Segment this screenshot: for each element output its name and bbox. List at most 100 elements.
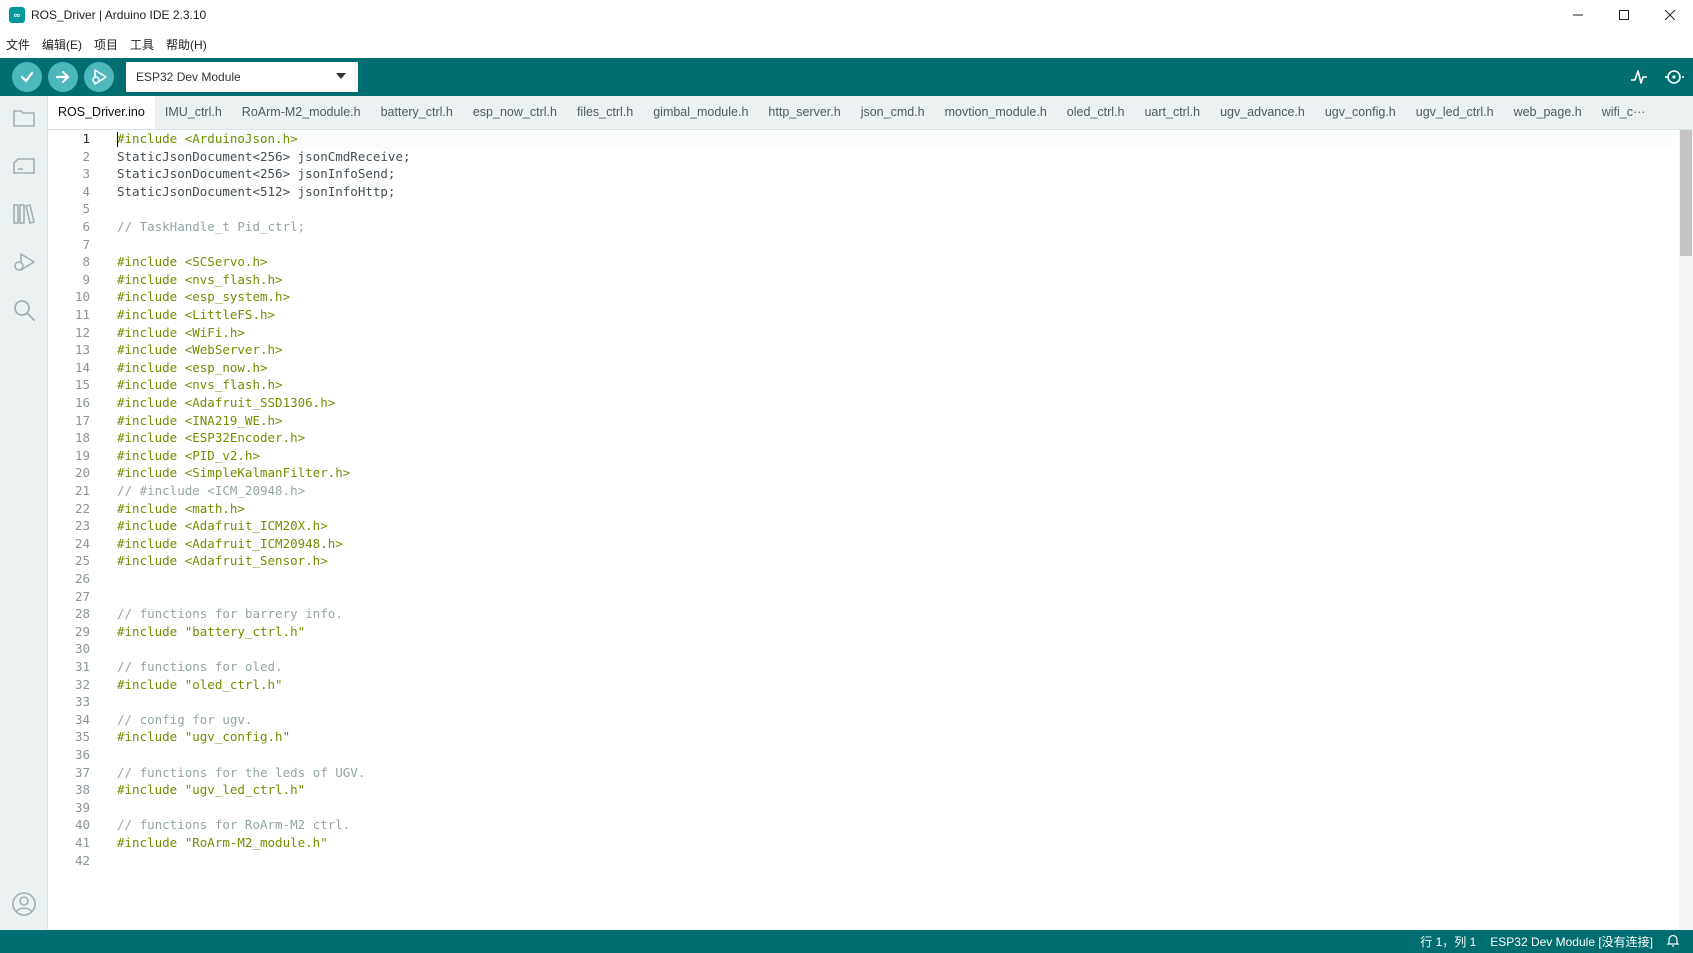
- code-line[interactable]: 39: [48, 798, 1693, 817]
- scrollbar-thumb[interactable]: [1680, 130, 1692, 256]
- window-controls: [1555, 0, 1693, 30]
- code-line[interactable]: 11 #include <LittleFS.h>: [48, 305, 1693, 324]
- tab-ugv-led-ctrl[interactable]: ugv_led_ctrl.h: [1406, 96, 1504, 129]
- tab-ugv-config[interactable]: ugv_config.h: [1315, 96, 1406, 129]
- tab-files-ctrl[interactable]: files_ctrl.h: [567, 96, 643, 129]
- code-line[interactable]: 31 // functions for oled.: [48, 657, 1693, 676]
- maximize-button[interactable]: [1601, 0, 1647, 30]
- code-line[interactable]: 25 #include <Adafruit_Sensor.h>: [48, 551, 1693, 570]
- code-line[interactable]: 33: [48, 692, 1693, 711]
- code-line[interactable]: 24 #include <Adafruit_ICM20948.h>: [48, 534, 1693, 553]
- code-line[interactable]: 10 #include <esp_system.h>: [48, 287, 1693, 306]
- tab-movtion-module[interactable]: movtion_module.h: [935, 96, 1057, 129]
- upload-button[interactable]: [48, 62, 78, 92]
- serial-monitor-button[interactable]: [1657, 58, 1693, 96]
- close-button[interactable]: [1647, 0, 1693, 30]
- code-line[interactable]: 19 #include <PID_v2.h>: [48, 446, 1693, 465]
- code-token: #include <SimpleKalmanFilter.h>: [117, 465, 351, 481]
- toolbar: ESP32 Dev Module: [0, 58, 1693, 96]
- code-line[interactable]: 6 // TaskHandle_t Pid_ctrl;: [48, 217, 1693, 236]
- code-text: #include "battery_ctrl.h": [117, 622, 305, 641]
- code-text: #include <Adafruit_ICM20X.h>: [117, 516, 328, 535]
- code-line[interactable]: 9 #include <nvs_flash.h>: [48, 270, 1693, 289]
- code-line[interactable]: 37 // functions for the leds of UGV.: [48, 763, 1693, 782]
- code-line[interactable]: 13 #include <WebServer.h>: [48, 340, 1693, 359]
- code-line[interactable]: 7: [48, 235, 1693, 254]
- code-text: // functions for oled.: [117, 657, 283, 676]
- tab-uart-ctrl[interactable]: uart_ctrl.h: [1134, 96, 1210, 129]
- library-manager-button[interactable]: [0, 192, 48, 236]
- code-line[interactable]: 16 #include <Adafruit_SSD1306.h>: [48, 393, 1693, 412]
- code-line[interactable]: 32 #include "oled_ctrl.h": [48, 675, 1693, 694]
- code-line[interactable]: 41 #include "RoArm-M2_module.h": [48, 833, 1693, 852]
- code-line[interactable]: 36: [48, 745, 1693, 764]
- menu-edit[interactable]: 编辑(E): [42, 36, 82, 53]
- code-text: #include <ESP32Encoder.h>: [117, 428, 305, 447]
- menu-help[interactable]: 帮助(H): [166, 36, 207, 53]
- code-line[interactable]: 12 #include <WiFi.h>: [48, 323, 1693, 342]
- minimize-button[interactable]: [1555, 0, 1601, 30]
- cursor-position[interactable]: 行 1，列 1: [1420, 933, 1476, 950]
- code-line[interactable]: 28 // functions for barrery info.: [48, 604, 1693, 623]
- debugger-button[interactable]: [0, 240, 48, 284]
- code-text: #include <Adafruit_ICM20948.h>: [117, 534, 343, 553]
- tab-http-server[interactable]: http_server.h: [758, 96, 850, 129]
- tab-esp-now-ctrl[interactable]: esp_now_ctrl.h: [463, 96, 567, 129]
- code-text: // functions for RoArm-M2 ctrl.: [117, 815, 350, 834]
- code-line[interactable]: 23 #include <Adafruit_ICM20X.h>: [48, 516, 1693, 535]
- code-line[interactable]: 8 #include <SCServo.h>: [48, 252, 1693, 271]
- sketchbook-button[interactable]: [0, 96, 48, 140]
- code-text: #include <SimpleKalmanFilter.h>: [117, 463, 350, 482]
- code-line[interactable]: 5: [48, 199, 1693, 218]
- code-line[interactable]: 27: [48, 587, 1693, 606]
- boards-manager-button[interactable]: [0, 144, 48, 188]
- notifications-button[interactable]: [1666, 934, 1680, 950]
- tab-roarm-module[interactable]: RoArm-M2_module.h: [232, 96, 371, 129]
- tab-ros-driver[interactable]: ROS_Driver.ino: [48, 96, 155, 129]
- code-line[interactable]: 18 #include <ESP32Encoder.h>: [48, 428, 1693, 447]
- code-line[interactable]: 34 // config for ugv.: [48, 710, 1693, 729]
- tab-gimbal-module[interactable]: gimbal_module.h: [643, 96, 758, 129]
- code-line[interactable]: 40 // functions for RoArm-M2 ctrl.: [48, 815, 1693, 834]
- code-line[interactable]: 15 #include <nvs_flash.h>: [48, 375, 1693, 394]
- tab-wifi-ctrl[interactable]: wifi_c···: [1592, 96, 1656, 129]
- search-button[interactable]: [0, 288, 48, 332]
- code-line[interactable]: 1 #include <ArduinoJson.h>: [48, 130, 1693, 148]
- menu-tools[interactable]: 工具: [130, 36, 154, 53]
- tab-battery-ctrl[interactable]: battery_ctrl.h: [371, 96, 463, 129]
- debug-button[interactable]: [84, 62, 114, 92]
- code-token: #include <LittleFS.h>: [117, 307, 276, 322]
- board-status[interactable]: ESP32 Dev Module [没有连接]: [1490, 933, 1653, 950]
- vertical-scrollbar[interactable]: [1679, 130, 1693, 930]
- tab-web-page[interactable]: web_page.h: [1504, 96, 1592, 129]
- library-icon: [13, 204, 35, 224]
- menu-file[interactable]: 文件: [6, 36, 30, 53]
- code-line[interactable]: 21 // #include <ICM_20948.h>: [48, 481, 1693, 500]
- tab-ugv-advance[interactable]: ugv_advance.h: [1210, 96, 1315, 129]
- code-line[interactable]: 2 StaticJsonDocument<256> jsonCmdReceive;: [48, 147, 1693, 166]
- code-editor[interactable]: 1 #include <ArduinoJson.h> 2 StaticJsonDocu…: [48, 130, 1693, 930]
- serial-plotter-button[interactable]: [1621, 58, 1657, 96]
- code-line[interactable]: 20 #include <SimpleKalmanFilter.h>: [48, 463, 1693, 482]
- board-selector[interactable]: ESP32 Dev Module: [126, 62, 358, 92]
- verify-button[interactable]: [12, 62, 42, 92]
- code-line[interactable]: 4 StaticJsonDocument<512> jsonInfoHttp;: [48, 182, 1693, 201]
- menu-sketch[interactable]: 项目: [94, 36, 118, 53]
- tab-json-cmd[interactable]: json_cmd.h: [851, 96, 935, 129]
- code-line[interactable]: 22 #include <math.h>: [48, 499, 1693, 518]
- code-line[interactable]: 29 #include "battery_ctrl.h": [48, 622, 1693, 641]
- code-line[interactable]: 26: [48, 569, 1693, 588]
- profile-button[interactable]: [0, 882, 48, 926]
- board-selector-label: ESP32 Dev Module: [136, 70, 241, 84]
- code-line[interactable]: 42: [48, 851, 1693, 870]
- code-line[interactable]: 14 #include <esp_now.h>: [48, 358, 1693, 377]
- code-line[interactable]: 30: [48, 639, 1693, 658]
- code-line[interactable]: 35 #include "ugv_config.h": [48, 727, 1693, 746]
- code-line[interactable]: 38 #include "ugv_led_ctrl.h": [48, 780, 1693, 799]
- code-token: #include <PID_v2.h>: [117, 447, 260, 463]
- code-token: #include <Adafruit_SSD1306.h>: [117, 395, 336, 410]
- code-line[interactable]: 17 #include <INA219_WE.h>: [48, 411, 1693, 430]
- tab-oled-ctrl[interactable]: oled_ctrl.h: [1057, 96, 1135, 129]
- tab-imu-ctrl[interactable]: IMU_ctrl.h: [155, 96, 232, 129]
- code-line[interactable]: 3 StaticJsonDocument<256> jsonInfoSend;: [48, 164, 1693, 183]
